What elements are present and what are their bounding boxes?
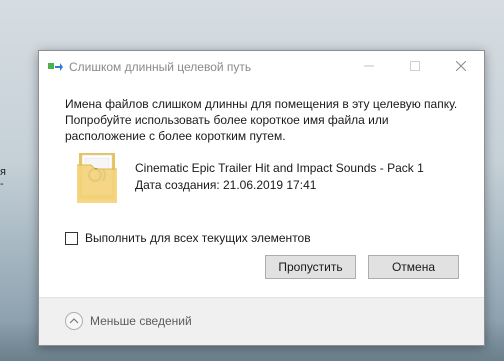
copy-transfer-icon xyxy=(48,63,63,71)
dialog-titlebar[interactable]: Слишком длинный целевой путь xyxy=(39,51,484,82)
skip-button[interactable]: Пропустить xyxy=(265,255,356,279)
long-path-dialog: Слишком длинный целевой путь Имена файло… xyxy=(38,50,485,346)
minimize-button[interactable] xyxy=(346,51,392,81)
background-text: я - xyxy=(0,166,6,190)
file-created-date: Дата создания: 21.06.2019 17:41 xyxy=(135,178,317,192)
chevron-up-icon[interactable] xyxy=(65,312,83,330)
apply-all-option[interactable]: Выполнить для всех текущих элементов xyxy=(65,231,311,245)
dialog-footer: Меньше сведений xyxy=(39,297,484,345)
dialog-message: Имена файлов слишком длинны для помещени… xyxy=(65,96,470,144)
close-icon xyxy=(456,61,466,71)
less-details-toggle[interactable]: Меньше сведений xyxy=(65,312,192,330)
folder-with-media-icon xyxy=(77,153,117,203)
close-button[interactable] xyxy=(438,51,484,81)
chevron-up-glyph xyxy=(69,318,79,324)
message-line: Попробуйте использовать более короткое и… xyxy=(65,113,389,127)
apply-all-label[interactable]: Выполнить для всех текущих элементов xyxy=(85,231,311,245)
maximize-button[interactable] xyxy=(392,51,438,81)
minimize-icon xyxy=(364,65,374,67)
file-name: Cinematic Epic Trailer Hit and Impact So… xyxy=(135,161,424,175)
message-line: Имена файлов слишком длинны для помещени… xyxy=(65,97,458,111)
less-details-label[interactable]: Меньше сведений xyxy=(90,314,192,328)
apply-all-checkbox[interactable] xyxy=(65,231,78,245)
message-line: расположение с более коротким путем. xyxy=(65,129,286,143)
maximize-icon xyxy=(410,61,420,71)
cancel-button[interactable]: Отмена xyxy=(368,255,459,279)
dialog-title: Слишком длинный целевой путь xyxy=(69,60,252,74)
